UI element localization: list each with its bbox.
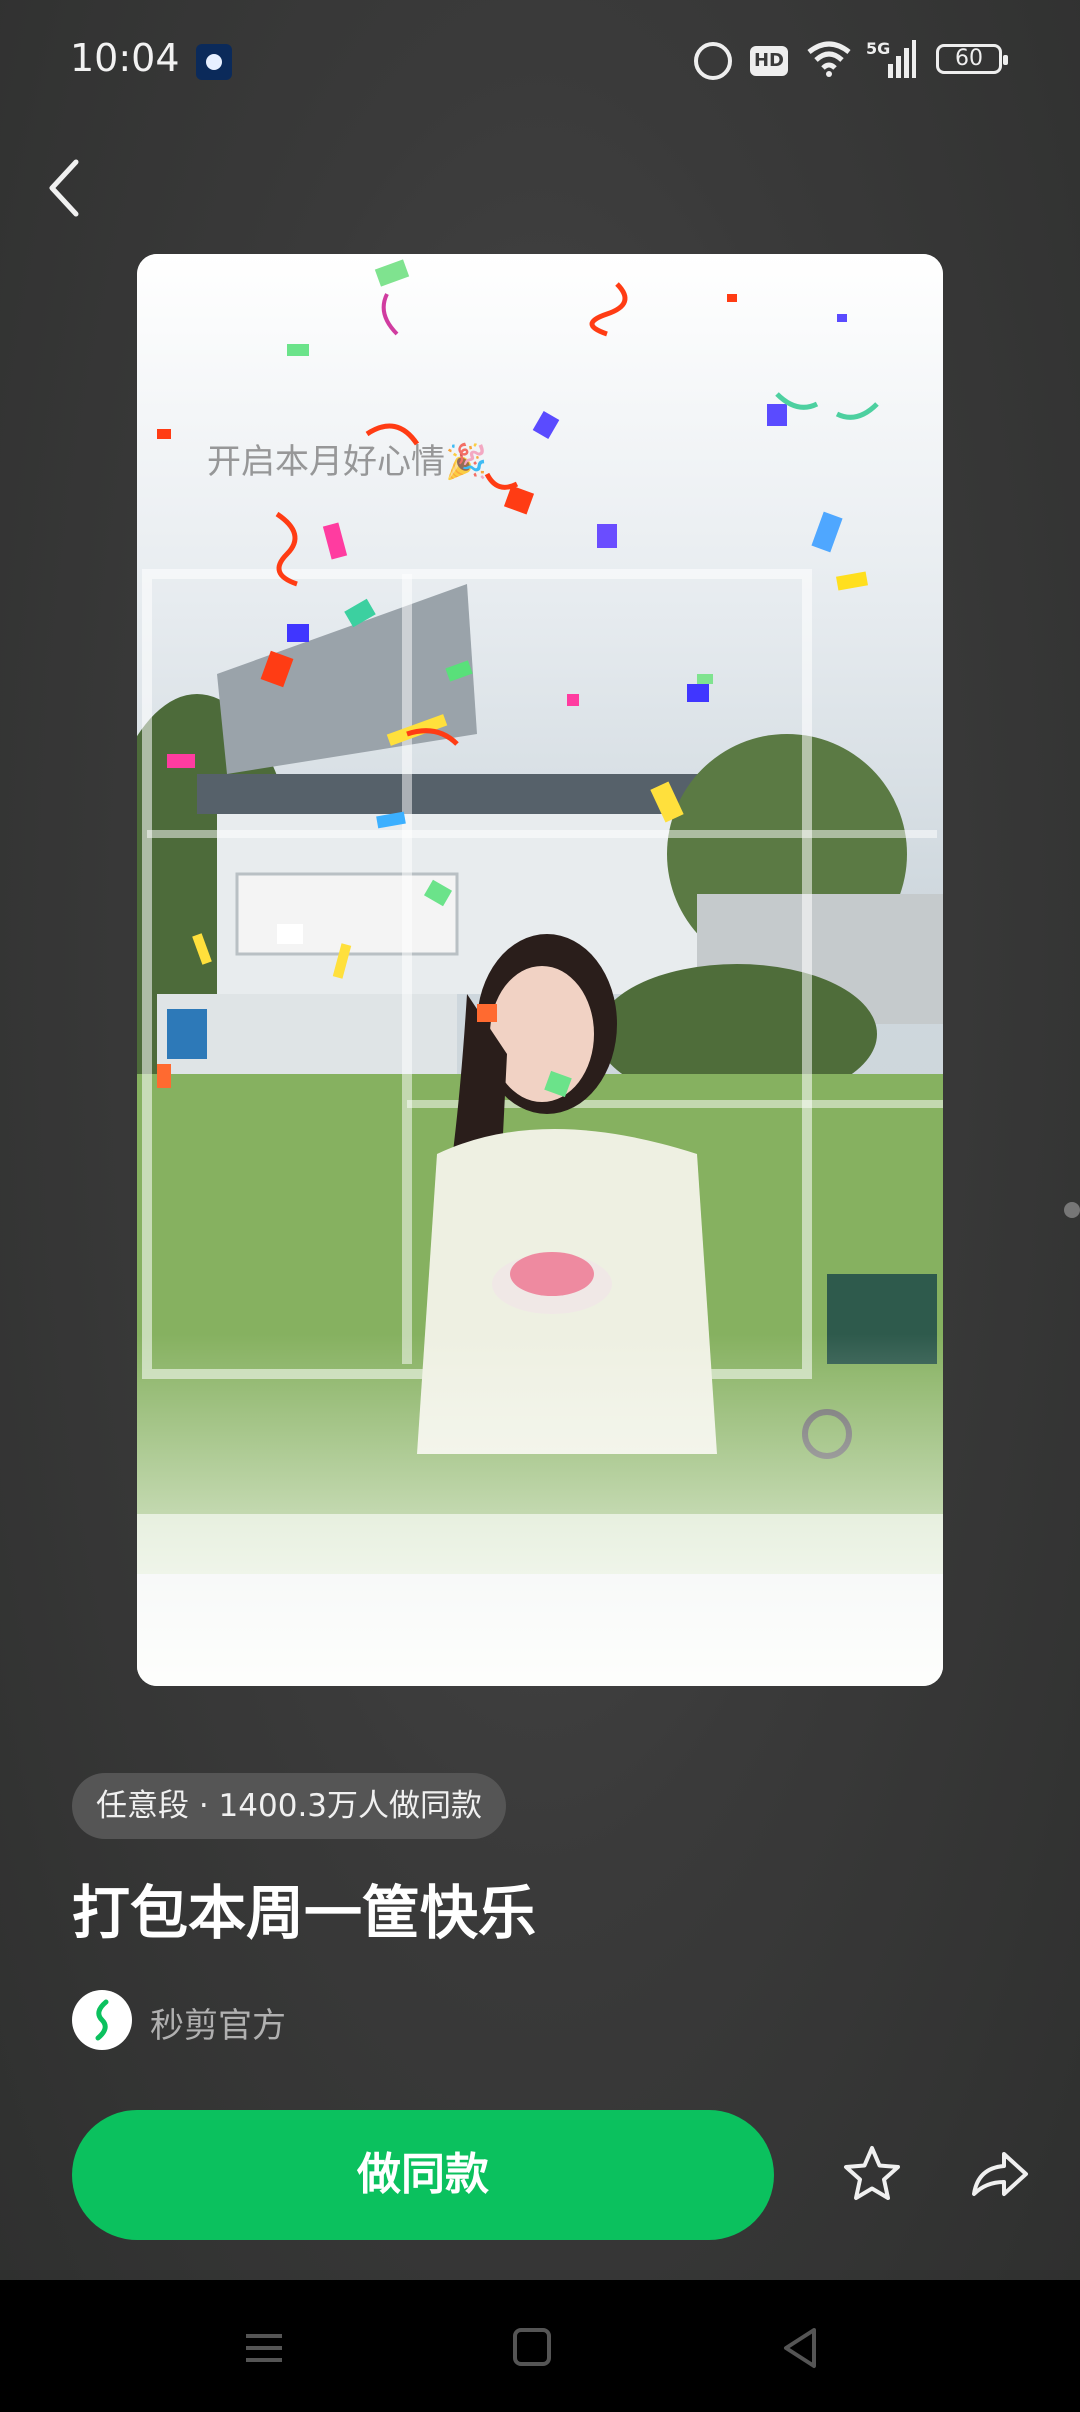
hd-icon: HD bbox=[750, 46, 788, 76]
author-name[interactable]: 秒剪官方 bbox=[150, 1998, 286, 2047]
svg-text:5G: 5G bbox=[866, 39, 890, 58]
wifi-icon bbox=[807, 41, 851, 77]
author-avatar[interactable] bbox=[72, 1990, 132, 2050]
template-preview[interactable]: 开启本月好心情🎉 bbox=[137, 254, 943, 1686]
system-nav-bar bbox=[0, 2280, 1080, 2412]
preview-overlay-caption: 开启本月好心情🎉 bbox=[207, 442, 488, 482]
template-meta-badge: 任意段 · 1400.3万人做同款 bbox=[72, 1773, 507, 1839]
template-title: 打包本周一筐快乐 bbox=[72, 1879, 537, 1947]
make-same-button[interactable]: 做同款 bbox=[72, 2110, 774, 2240]
back-button[interactable] bbox=[36, 152, 96, 224]
status-icons: HD 5G 60 bbox=[630, 38, 1010, 82]
miaojian-logo-icon bbox=[95, 1999, 109, 2041]
battery-icon: 60 bbox=[936, 44, 1008, 74]
share-icon[interactable] bbox=[966, 2142, 1032, 2206]
author-row[interactable]: 秒剪官方 bbox=[72, 1990, 472, 2050]
nav-back-icon[interactable] bbox=[770, 2320, 830, 2376]
app-badge-icon bbox=[196, 44, 232, 80]
status-bar: 10:04 HD 5G 60 bbox=[0, 0, 1080, 124]
menu-icon[interactable] bbox=[234, 2320, 294, 2376]
alarm-icon bbox=[694, 42, 732, 80]
scroll-indicator bbox=[1064, 1202, 1080, 1218]
home-icon[interactable] bbox=[502, 2320, 562, 2376]
signal-5g-icon: 5G bbox=[866, 39, 916, 78]
status-time: 10:04 bbox=[70, 36, 180, 80]
star-icon[interactable] bbox=[840, 2142, 904, 2206]
